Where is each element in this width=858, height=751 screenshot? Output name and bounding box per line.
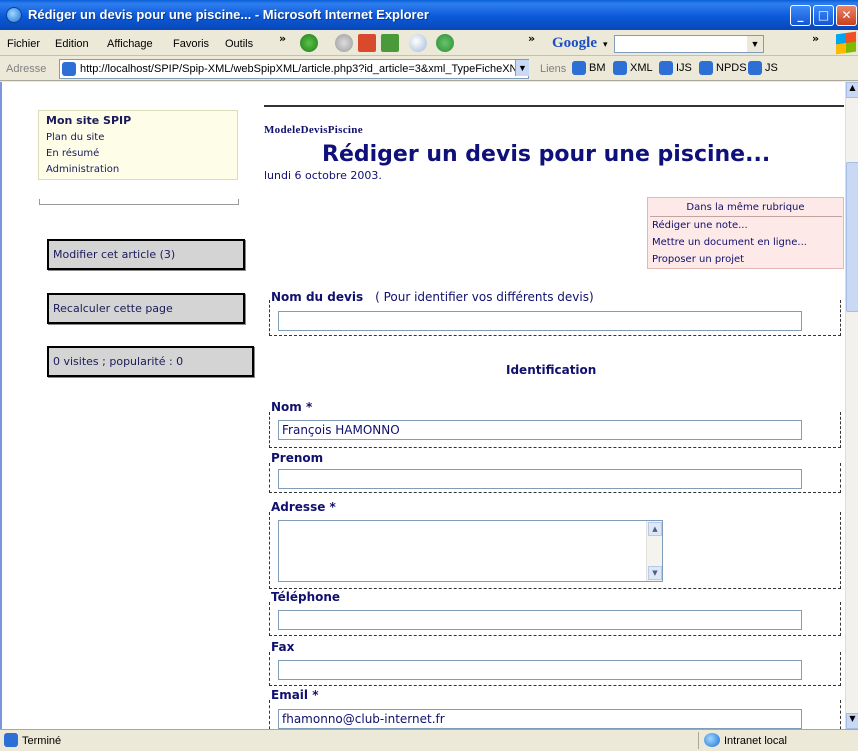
fax-input[interactable]: [278, 660, 802, 680]
page-title: Rédiger un devis pour une piscine...: [322, 142, 771, 167]
menu-favoris[interactable]: Favoris: [173, 38, 209, 50]
windows-logo-icon: [836, 31, 856, 55]
prenom-field-frame: [269, 463, 841, 493]
related-item-document[interactable]: Mettre un document en ligne...: [652, 237, 807, 248]
security-zone: Intranet local: [724, 735, 787, 747]
window-title: Rédiger un devis pour une piscine... - M…: [28, 7, 429, 22]
link-xml[interactable]: XML: [613, 61, 653, 75]
scroll-up-icon[interactable]: ▲: [846, 82, 858, 98]
telephone-input[interactable]: [278, 610, 802, 630]
visits-stats: 0 visites ; popularité : 0: [47, 346, 254, 377]
link-js[interactable]: JS: [748, 61, 778, 75]
menu-affichage[interactable]: Affichage: [107, 38, 153, 50]
adresse-field-frame: ▲ ▼: [269, 512, 841, 589]
adresse-textarea[interactable]: ▲ ▼: [278, 520, 663, 582]
status-divider: [698, 732, 699, 749]
nav-plan-du-site[interactable]: Plan du site: [46, 132, 104, 143]
address-label: Adresse: [6, 63, 47, 75]
related-divider: [650, 216, 842, 217]
nav-divider: [39, 199, 239, 205]
toolbar-overflow-icon[interactable]: »: [528, 32, 535, 45]
related-item-note[interactable]: Rédiger une note...: [652, 220, 748, 231]
page-icon: [748, 61, 762, 75]
article-date: lundi 6 octobre 2003.: [264, 169, 382, 182]
page-scrollbar[interactable]: ▲ ▼: [845, 82, 858, 729]
nav-administration[interactable]: Administration: [46, 164, 119, 175]
menu-edition[interactable]: Edition: [55, 38, 89, 50]
page-icon: [613, 61, 627, 75]
devis-field-frame: [269, 300, 841, 336]
related-articles-box: Dans la même rubrique Rédiger une note..…: [647, 197, 844, 269]
forward-icon[interactable]: [335, 34, 353, 52]
page-viewport: Mon site SPIP Plan du site En résumé Adm…: [0, 82, 845, 729]
globe-icon: [704, 733, 720, 747]
maximize-button[interactable]: □: [813, 5, 834, 26]
menu-outils[interactable]: Outils: [225, 38, 253, 50]
site-nav-box: Mon site SPIP Plan du site En résumé Adm…: [38, 110, 238, 180]
link-ijs[interactable]: IJS: [659, 61, 692, 75]
nom-field-frame: François HAMONNO: [269, 412, 841, 448]
browser-window: Rédiger un devis pour une piscine... - M…: [0, 0, 858, 751]
scroll-down-icon[interactable]: ▼: [846, 713, 858, 729]
breadcrumb[interactable]: ModeleDevisPiscine: [264, 124, 363, 136]
status-text: Terminé: [22, 735, 62, 747]
title-bar: Rédiger un devis pour une piscine... - M…: [0, 0, 858, 30]
fax-field-frame: [269, 652, 841, 686]
address-bar: Adresse http://localhost/SPIP/Spip-XML/w…: [0, 57, 858, 81]
scrollbar-thumb[interactable]: [846, 162, 858, 312]
address-url: http://localhost/SPIP/Spip-XML/webSpipXM…: [80, 63, 518, 75]
recalculate-page-button[interactable]: Recalculer cette page: [47, 293, 245, 324]
links-label: Liens: [540, 63, 567, 75]
menu-overflow-icon[interactable]: »: [279, 32, 286, 45]
page-icon: [659, 61, 673, 75]
menu-bar: Fichier Edition Affichage Favoris Outils…: [0, 30, 858, 56]
email-input[interactable]: fhamonno@club-internet.fr: [278, 709, 802, 729]
scroll-up-icon[interactable]: ▲: [648, 522, 662, 536]
google-dropdown-icon[interactable]: ▾: [603, 39, 608, 50]
link-bm[interactable]: BM: [572, 61, 606, 75]
page-icon: [699, 61, 713, 75]
related-item-projet[interactable]: Proposer un projet: [652, 254, 744, 265]
google-overflow-icon[interactable]: »: [812, 32, 819, 45]
page-icon: [62, 62, 76, 76]
close-button[interactable]: ✕: [836, 5, 857, 26]
nom-input[interactable]: François HAMONNO: [278, 420, 802, 440]
address-input[interactable]: http://localhost/SPIP/Spip-XML/webSpipXM…: [59, 59, 529, 79]
menu-fichier[interactable]: Fichier: [7, 38, 40, 50]
back-icon[interactable]: [300, 34, 318, 52]
related-heading: Dans la même rubrique: [686, 202, 805, 213]
page-icon: [4, 733, 18, 747]
link-npds[interactable]: NPDS: [699, 61, 747, 75]
google-box-dropdown-icon[interactable]: ▼: [747, 36, 763, 52]
scroll-down-icon[interactable]: ▼: [648, 566, 662, 580]
textarea-scrollbar[interactable]: ▲ ▼: [646, 521, 662, 581]
site-name-link[interactable]: Mon site SPIP: [46, 114, 131, 127]
prenom-input[interactable]: [278, 469, 802, 489]
address-dropdown-icon[interactable]: ▼: [515, 60, 529, 76]
stop-icon[interactable]: [358, 34, 376, 52]
section-identification: Identification: [506, 363, 597, 377]
modify-article-button[interactable]: Modifier cet article (3): [47, 239, 245, 270]
google-logo: Google: [552, 35, 597, 51]
refresh-icon[interactable]: [381, 34, 399, 52]
google-search-input[interactable]: ▼: [614, 35, 764, 53]
email-field-frame: fhamonno@club-internet.fr: [269, 700, 841, 729]
status-bar: Terminé Intranet local: [0, 729, 858, 751]
devis-name-input[interactable]: [278, 311, 802, 331]
search-icon[interactable]: [409, 34, 427, 52]
history-icon[interactable]: [436, 34, 454, 52]
page-icon: [572, 61, 586, 75]
minimize-button[interactable]: _: [790, 5, 811, 26]
header-rule: [264, 105, 844, 107]
nav-en-resume[interactable]: En résumé: [46, 148, 99, 159]
ie-logo-icon: [6, 7, 22, 23]
telephone-field-frame: [269, 602, 841, 636]
